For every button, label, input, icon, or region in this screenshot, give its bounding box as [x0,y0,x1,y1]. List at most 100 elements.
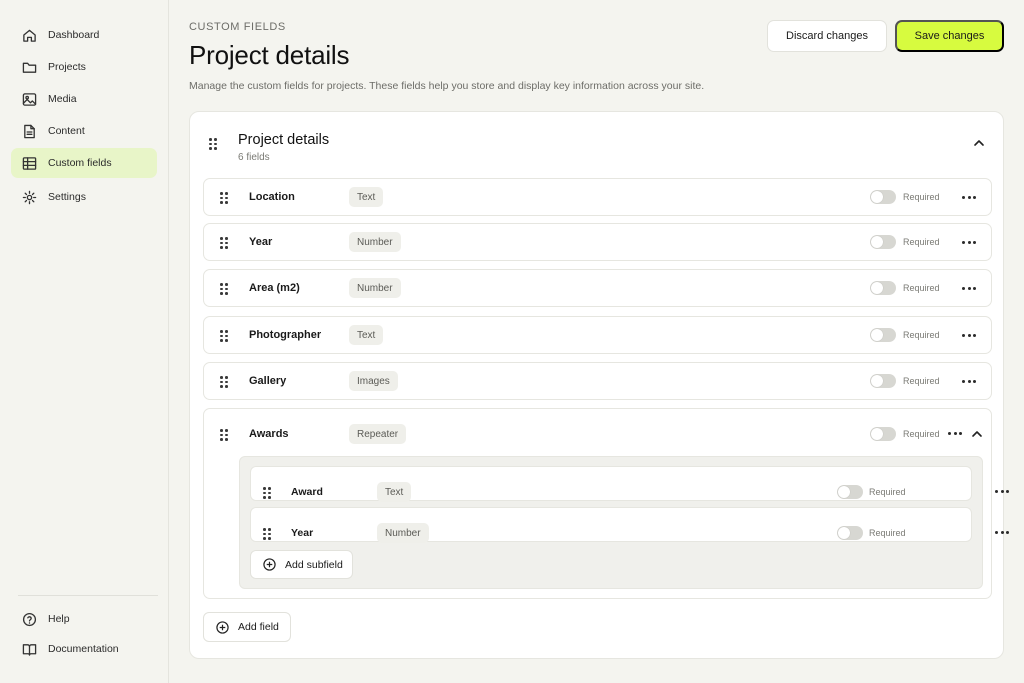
save-changes-button[interactable]: Save changes [895,20,1004,52]
drag-handle-icon[interactable] [220,330,228,342]
sidebar-item-label: Help [48,613,70,625]
field-name: Photographer [249,329,322,341]
folder-icon [21,59,37,75]
subfield-name: Award [291,486,323,498]
required-toggle[interactable] [870,427,896,441]
field-name: Awards [249,428,289,440]
page-eyebrow: CUSTOM FIELDS [189,21,286,33]
drag-handle-icon[interactable] [220,237,228,249]
book-icon [21,641,37,657]
sidebar-item-dashboard[interactable]: Dashboard [11,20,157,50]
required-label: Required [903,192,940,202]
field-type-badge: Text [349,325,384,345]
more-options-icon[interactable] [962,241,976,245]
drag-handle-icon[interactable] [220,429,228,441]
field-row-location[interactable]: Location Text Required [203,178,992,216]
sidebar-item-label: Content [48,125,85,137]
field-row-gallery[interactable]: Gallery Images Required [203,362,992,400]
more-options-icon[interactable] [962,196,976,200]
field-type-badge: Number [349,278,401,298]
table-icon [21,155,37,171]
more-options-icon[interactable] [962,334,976,338]
more-options-icon[interactable] [962,287,976,291]
sidebar-item-help[interactable]: Help [11,604,157,634]
drag-handle-icon[interactable] [220,376,228,388]
field-type-badge: Repeater [349,424,407,444]
sidebar-item-documentation[interactable]: Documentation [11,634,157,664]
drag-handle-icon[interactable] [220,283,228,295]
field-row-photographer[interactable]: Photographer Text Required [203,316,992,354]
field-type-badge: Text [349,187,384,207]
drag-handle-icon[interactable] [220,192,228,204]
field-type-badge: Number [349,232,401,252]
sidebar-item-label: Custom fields [48,157,112,169]
gear-icon [21,189,37,205]
required-toggle[interactable] [870,190,896,204]
sidebar-item-label: Documentation [48,643,119,655]
group-field-count: 6 fields [238,152,270,163]
field-group-card: Project details 6 fields Location Text R… [189,111,1009,659]
drag-handle-icon[interactable] [263,528,271,540]
add-field-button[interactable]: Add field [203,612,291,642]
more-options-icon[interactable] [948,432,962,436]
field-type-badge: Text [377,482,412,502]
sidebar-item-label: Settings [48,191,86,203]
sidebar-item-media[interactable]: Media [11,84,157,114]
subfield-row-award[interactable]: Award Text Required [250,466,1009,502]
field-name: Gallery [249,375,287,387]
required-toggle[interactable] [870,328,896,342]
drag-handle-icon[interactable] [263,487,271,499]
sidebar-item-custom-fields[interactable]: Custom fields [11,148,157,178]
subfield-row-year[interactable]: Year Number Required [250,507,1009,543]
sidebar-item-settings[interactable]: Settings [11,182,157,212]
required-toggle[interactable] [837,485,863,499]
page-title: Project details [189,40,350,70]
drag-handle-icon[interactable] [209,138,217,150]
field-name: Location [249,191,295,203]
sidebar-item-content[interactable]: Content [11,116,157,146]
add-subfield-label: Add subfield [285,558,343,571]
help-icon [21,611,37,627]
field-type-badge: Images [349,371,398,391]
field-row-awards[interactable]: Awards Repeater Required Award Text Requ… [203,408,1009,599]
sidebar-item-label: Media [48,93,77,105]
required-label: Required [903,429,940,439]
plus-circle-icon [216,620,229,634]
required-label: Required [903,330,940,340]
more-options-icon[interactable] [962,380,976,384]
more-options-icon[interactable] [995,531,1009,535]
subfield-name: Year [291,527,314,539]
required-label: Required [869,487,906,497]
page-subtitle: Manage the custom fields for projects. T… [189,80,705,92]
group-title: Project details [238,132,330,148]
sidebar-item-projects[interactable]: Projects [11,52,157,82]
required-label: Required [903,283,940,293]
required-toggle[interactable] [837,526,863,540]
add-field-label: Add field [238,621,279,633]
sidebar: Dashboard Projects Media Content Custom … [0,0,169,683]
document-icon [21,123,37,139]
chevron-up-icon[interactable] [973,136,985,154]
required-label: Required [903,237,940,247]
required-label: Required [869,528,906,538]
field-row-area[interactable]: Area (m2) Number Required [203,269,992,307]
field-name: Area (m2) [249,282,300,294]
required-toggle[interactable] [870,235,896,249]
sidebar-divider [18,595,158,596]
field-type-badge: Number [377,523,429,543]
plus-circle-icon [263,558,276,571]
sidebar-item-label: Dashboard [48,29,100,41]
required-toggle[interactable] [870,374,896,388]
required-toggle[interactable] [870,281,896,295]
sidebar-item-label: Projects [48,61,86,73]
subfields-panel: Award Text Required Year Number Required… [239,456,1009,589]
field-name: Year [249,236,273,248]
image-icon [21,91,37,107]
discard-changes-button[interactable]: Discard changes [767,20,887,52]
chevron-up-icon[interactable] [971,427,983,445]
more-options-icon[interactable] [995,490,1009,494]
home-icon [21,27,37,43]
required-label: Required [903,376,940,386]
add-subfield-button[interactable]: Add subfield [250,550,353,579]
field-row-year[interactable]: Year Number Required [203,223,992,261]
